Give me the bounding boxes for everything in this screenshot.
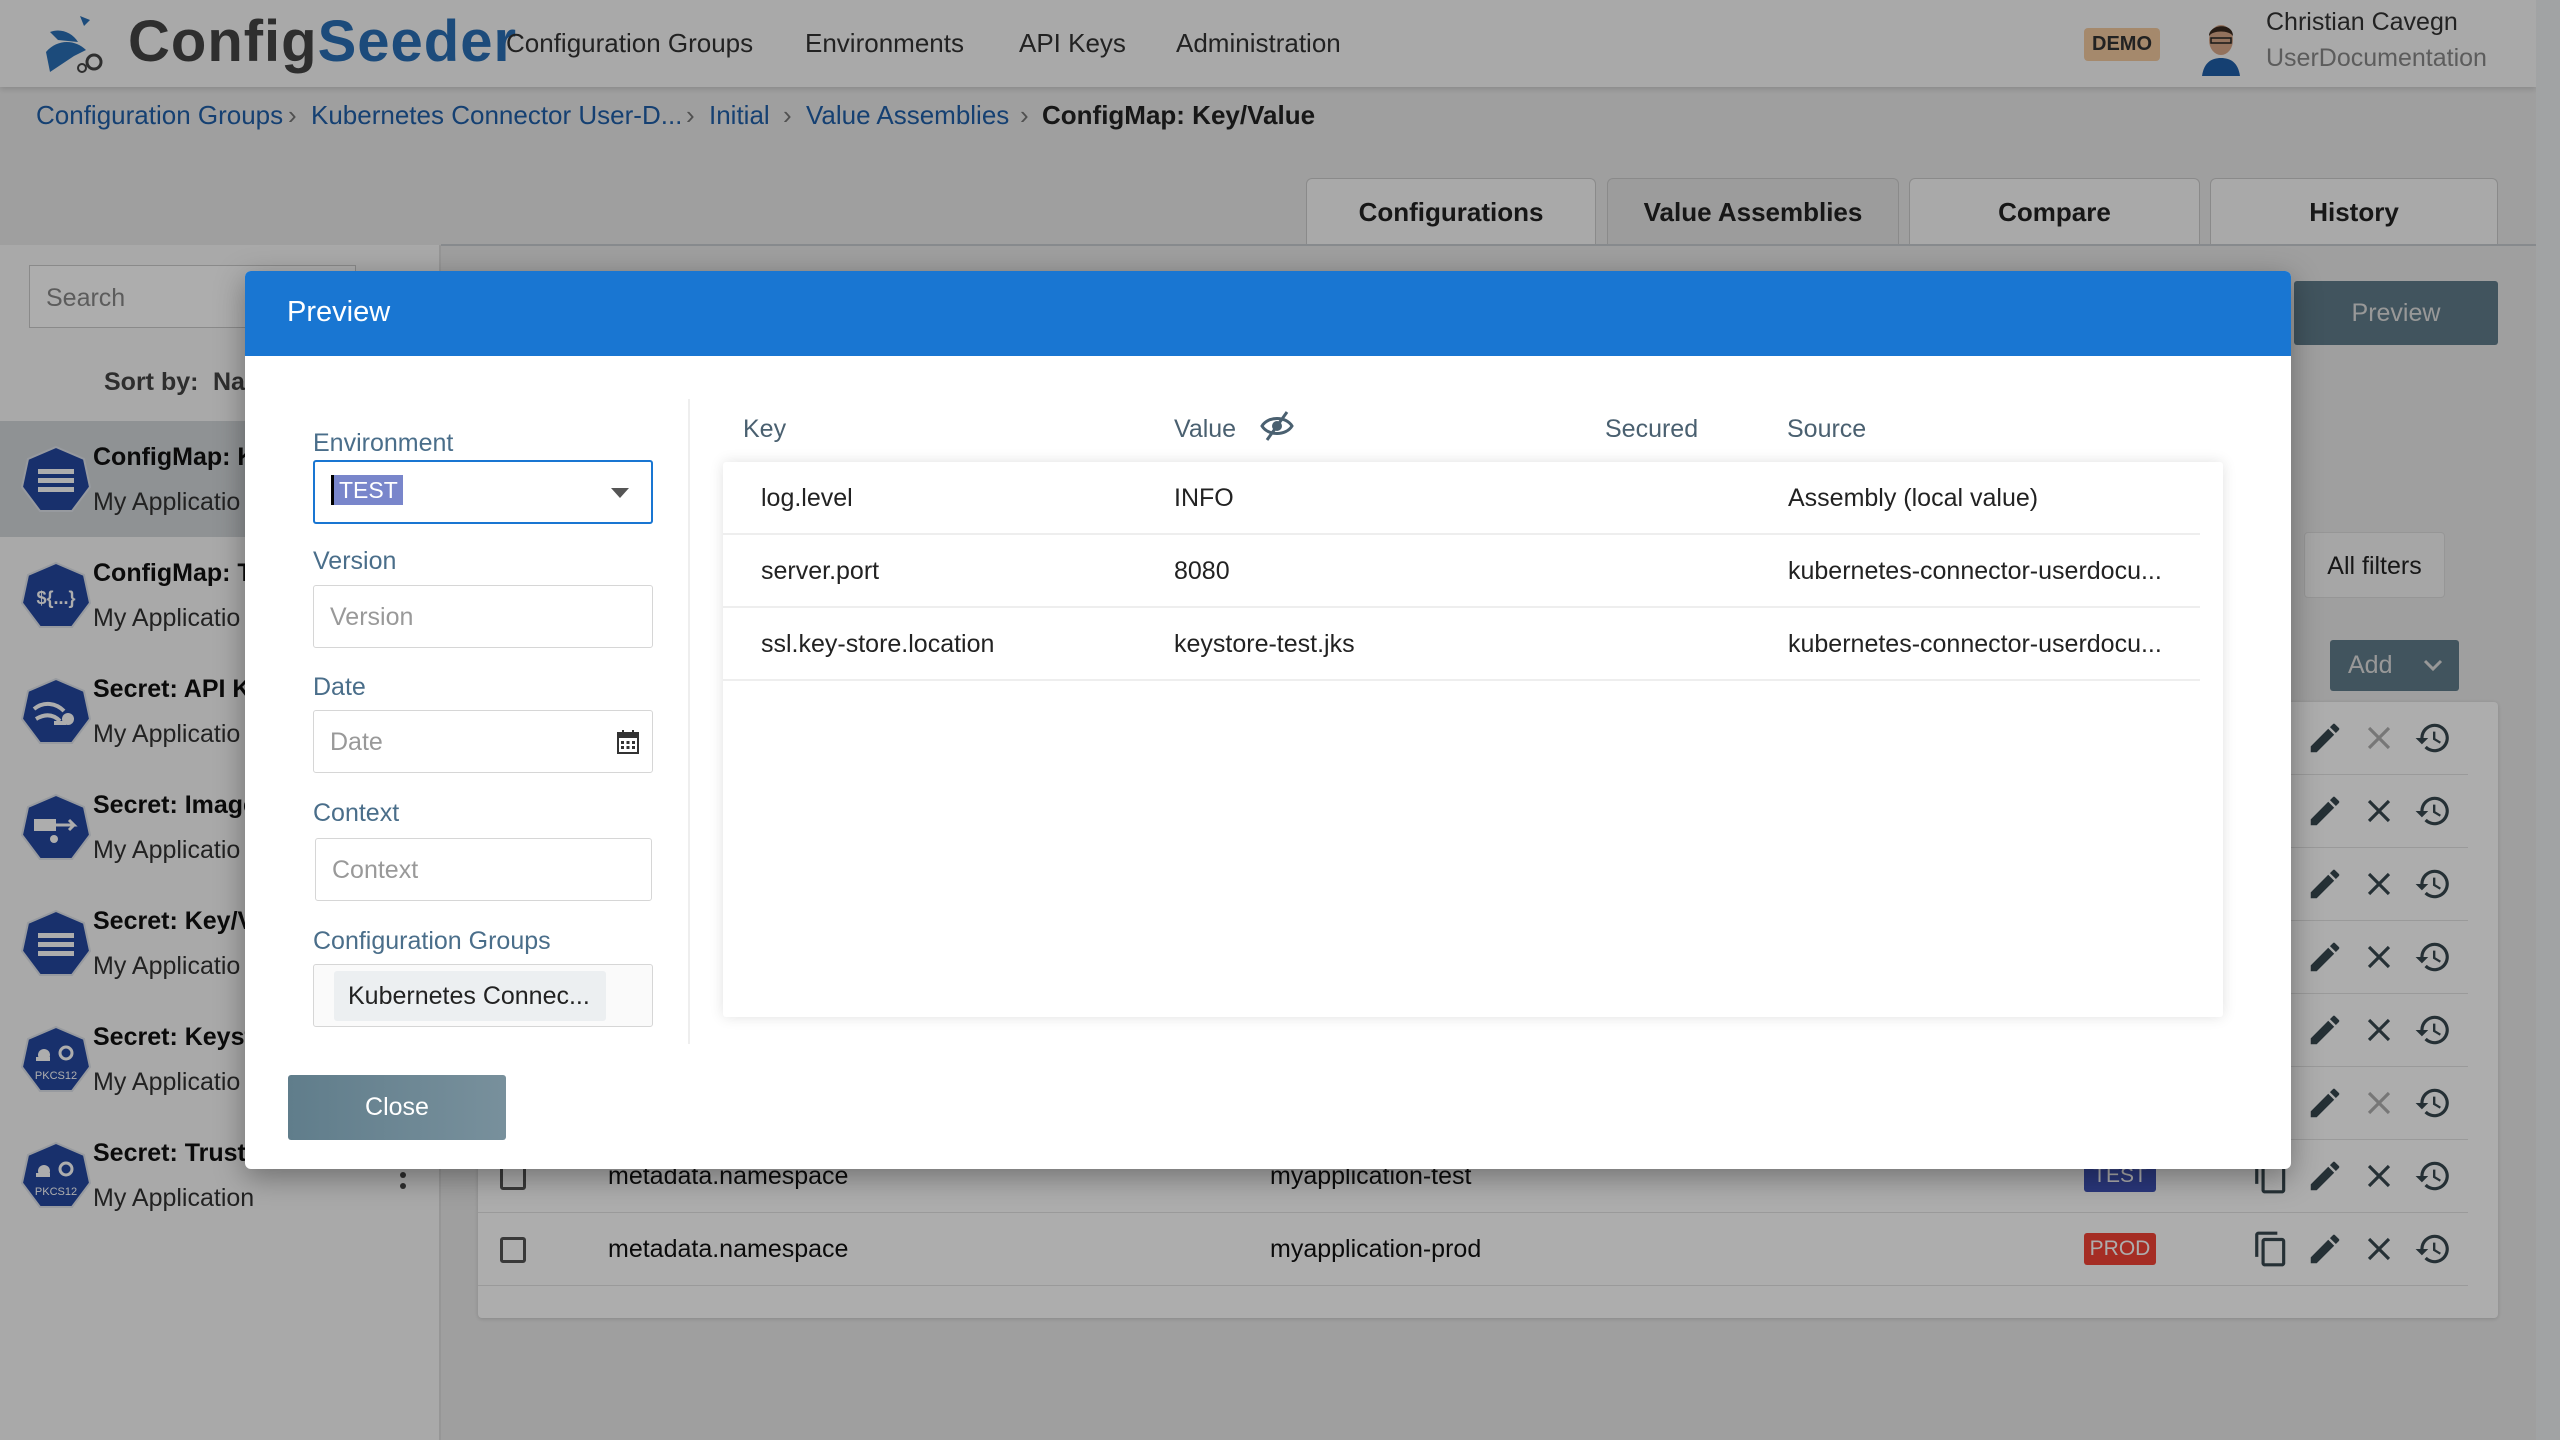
cell-key: server.port [761,557,880,585]
date-label: Date [313,673,366,701]
cell-source: kubernetes-connector-userdocu... [1788,630,2162,658]
dialog-divider [688,399,690,1044]
environment-label: Environment [313,429,454,457]
preview-table-row: server.port 8080 kubernetes-connector-user… [723,535,2200,608]
context-label: Context [313,799,400,827]
dropdown-arrow-icon [611,488,629,498]
cell-source: Assembly (local value) [1788,484,2039,512]
cell-value: keystore-test.jks [1174,630,1355,658]
preview-table-row: log.level INFO Assembly (local value) [723,462,2200,535]
cell-value: INFO [1174,484,1234,512]
column-header-secured: Secured [1605,415,1699,443]
column-header-value: Value [1174,415,1237,443]
cell-source: kubernetes-connector-userdocu... [1788,557,2162,585]
column-header-source: Source [1787,415,1867,443]
configuration-group-chip[interactable]: Kubernetes Connec... [334,971,606,1021]
cell-key: log.level [761,484,853,512]
configuration-groups-label: Configuration Groups [313,927,551,955]
eye-off-icon[interactable] [1259,409,1295,443]
close-button[interactable]: Close [288,1075,506,1140]
dialog-title: Preview [245,271,2291,356]
preview-dialog: Preview Environment TEST Version Version… [245,271,2291,1169]
column-header-key: Key [743,415,787,443]
configuration-groups-input[interactable]: Kubernetes Connec... [313,964,653,1027]
date-placeholder: Date [330,728,383,756]
environment-value: TEST [331,475,403,505]
cell-value: 8080 [1174,557,1230,585]
context-input[interactable]: Context [315,838,652,901]
preview-table: log.level INFO Assembly (local value) serve… [723,462,2223,1017]
preview-table-row: ssl.key-store.location keystore-test.jks k… [723,608,2200,681]
version-label: Version [313,547,397,575]
environment-select[interactable]: TEST [313,460,653,524]
date-input[interactable]: Date [313,710,653,773]
cell-key: ssl.key-store.location [761,630,995,658]
calendar-icon[interactable] [616,729,640,755]
version-input[interactable]: Version [313,585,653,648]
